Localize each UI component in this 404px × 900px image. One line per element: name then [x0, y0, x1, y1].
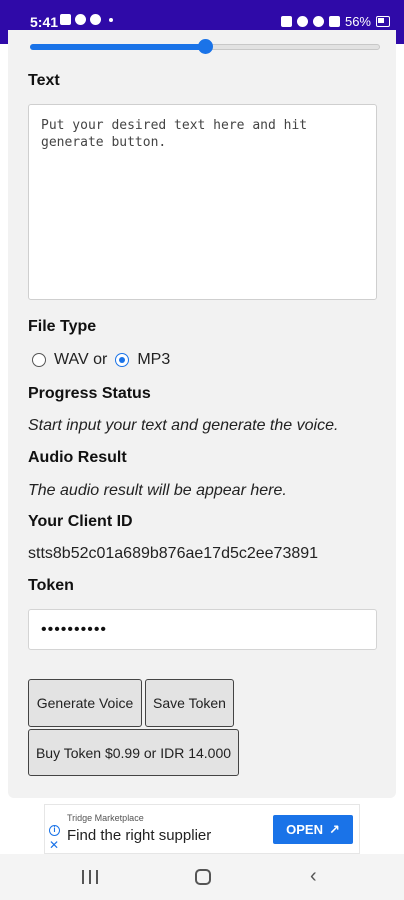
- back-icon[interactable]: ‹: [310, 866, 317, 886]
- text-input[interactable]: [28, 104, 377, 300]
- buy-token-button[interactable]: Buy Token $0.99 or IDR 14.000: [28, 729, 239, 776]
- close-icon[interactable]: ✕: [49, 839, 59, 851]
- save-token-button[interactable]: Save Token: [145, 679, 234, 727]
- signal-icon: [328, 16, 340, 27]
- battery-icon: [376, 16, 390, 27]
- client-id-value: stts8b52c01a689b876ae17d5c2ee73891: [28, 545, 319, 562]
- file-type-group: WAV or MP3: [32, 351, 170, 369]
- dot-icon: [109, 17, 113, 22]
- ad-sponsor: Tridge Marketplace: [67, 813, 144, 823]
- ad-headline[interactable]: Find the right supplier: [67, 827, 211, 844]
- token-label: Token: [28, 577, 74, 594]
- battery-saver-icon: [280, 16, 292, 27]
- radio-wav-label[interactable]: WAV or: [54, 351, 107, 369]
- audio-result-label: Audio Result: [28, 449, 127, 466]
- slider-thumb[interactable]: [198, 39, 213, 54]
- ad-open-label: OPEN: [286, 822, 323, 837]
- nav-bar: ‹: [0, 854, 404, 900]
- audio-result-text: The audio result will be appear here.: [28, 482, 287, 499]
- radio-mp3-label[interactable]: MP3: [137, 351, 170, 369]
- radio-mp3[interactable]: [115, 353, 130, 367]
- ad-banner[interactable]: i ✕ Tridge Marketplace Find the right su…: [44, 804, 360, 854]
- radio-wav[interactable]: [32, 353, 46, 367]
- generate-voice-button[interactable]: Generate Voice: [28, 679, 142, 727]
- recent-apps-icon[interactable]: [82, 870, 98, 884]
- client-id-label: Your Client ID: [28, 513, 133, 530]
- ad-open-button[interactable]: OPEN ↗: [273, 815, 353, 844]
- token-input[interactable]: [28, 609, 377, 650]
- slider-fill: [30, 44, 205, 50]
- battery-percent: 56%: [344, 14, 371, 29]
- info-icon[interactable]: i: [49, 825, 60, 836]
- file-type-label: File Type: [28, 318, 97, 335]
- status-time: 5:41: [30, 14, 59, 30]
- progress-status-text: Start input your text and generate the v…: [28, 417, 339, 434]
- wifi-icon: [312, 16, 324, 27]
- text-label: Text: [28, 72, 60, 89]
- speed-slider[interactable]: [30, 39, 380, 54]
- home-icon[interactable]: [195, 869, 211, 885]
- arrow-up-right-icon: ↗: [328, 821, 340, 837]
- mute-icon: [296, 16, 308, 27]
- whatsapp-icon: [90, 14, 101, 25]
- progress-status-label: Progress Status: [28, 385, 151, 402]
- image-icon: [60, 14, 71, 25]
- globe-icon: [75, 14, 86, 25]
